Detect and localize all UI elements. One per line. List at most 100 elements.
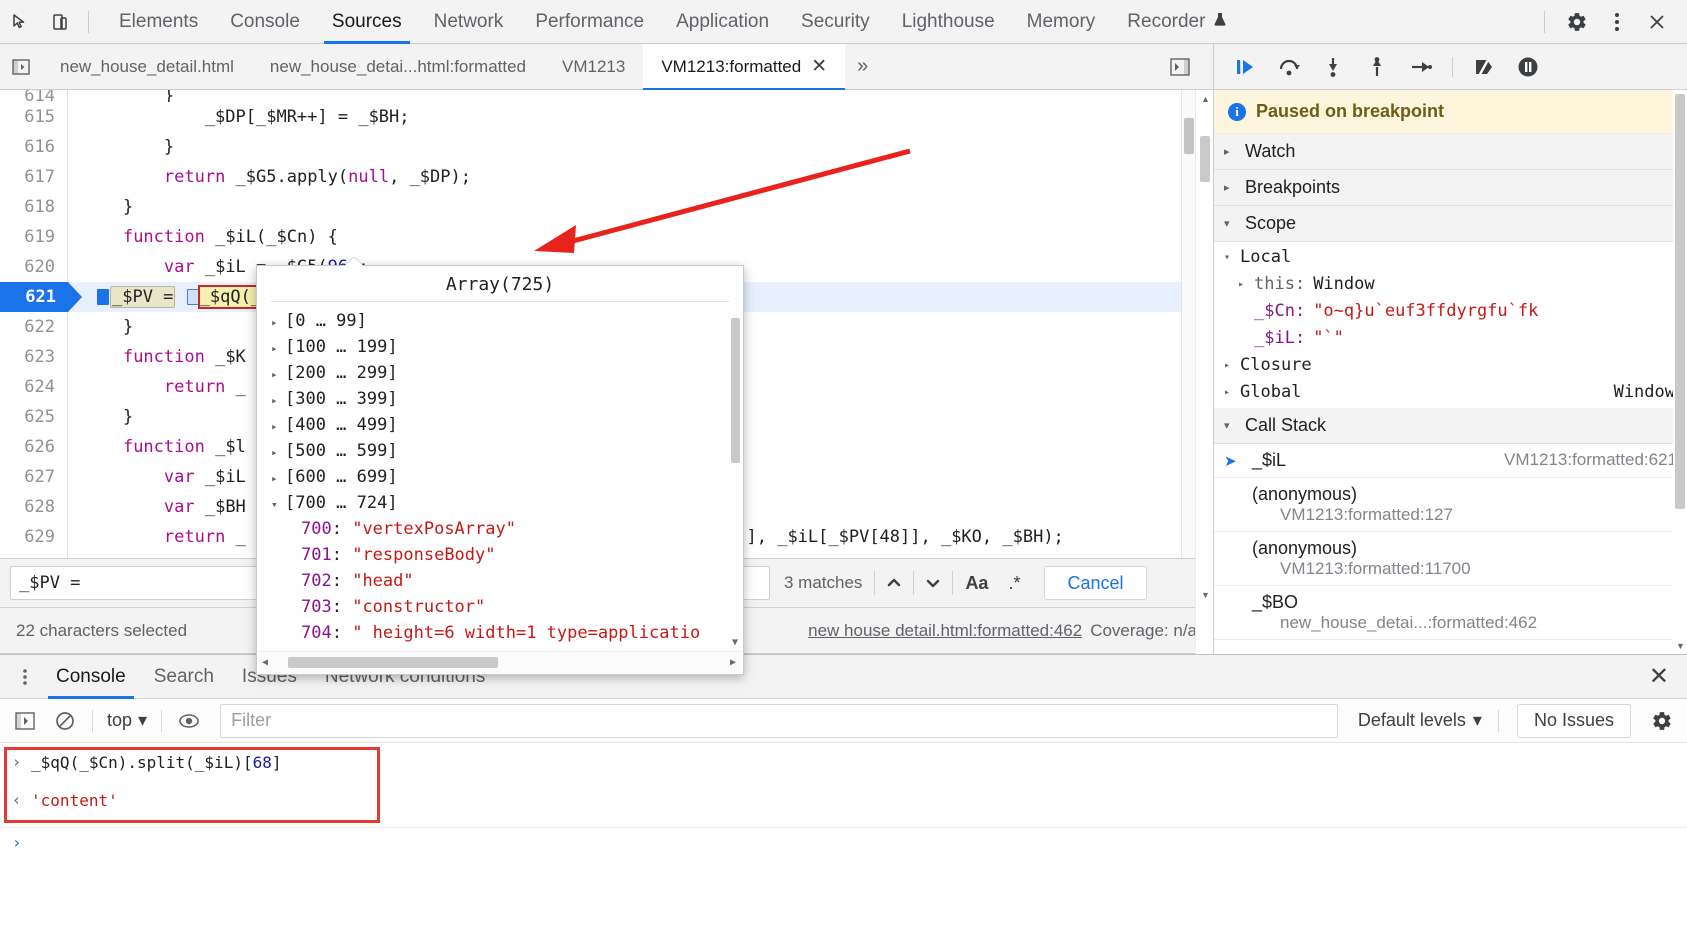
close-icon[interactable]: ✕	[811, 57, 827, 76]
chevron-down-icon[interactable]: ▾	[271, 492, 285, 518]
array-group-row-expanded[interactable]: ▾ [700 … 724]	[271, 490, 729, 516]
console-prompt[interactable]: ›	[0, 823, 1687, 861]
log-levels-selector[interactable]: Default levels ▾	[1352, 710, 1488, 731]
tab-memory[interactable]: Memory	[1011, 0, 1112, 44]
pane-call-stack[interactable]: ▾ Call Stack	[1214, 408, 1687, 444]
chevron-right-icon[interactable]: ▸	[1224, 352, 1240, 379]
tab-recorder[interactable]: Recorder	[1111, 0, 1243, 44]
search-prev-button[interactable]	[877, 567, 911, 599]
array-group-row[interactable]: ▸ [100 … 199]	[271, 334, 729, 360]
scrollbar-thumb[interactable]	[731, 318, 740, 463]
scope-row-this[interactable]: ▸ this: Window	[1214, 271, 1687, 298]
drawer-tab-console[interactable]: Console	[42, 655, 140, 699]
gear-icon[interactable]	[1645, 704, 1679, 738]
tab-security[interactable]: Security	[785, 0, 886, 44]
scrollbar-thumb[interactable]	[1675, 94, 1685, 509]
match-case-button[interactable]: Aa	[955, 573, 998, 594]
array-group-row[interactable]: ▸ [500 … 599]	[271, 438, 729, 464]
show-navigator-icon[interactable]	[0, 58, 42, 76]
call-stack-frame[interactable]: _$BO new_house_detai...:formatted:462	[1214, 586, 1687, 640]
sidebar-outer-scrollbar[interactable]: ▲ ▼	[1195, 90, 1213, 654]
chevron-right-icon[interactable]: ▸	[271, 336, 285, 362]
call-stack-frame[interactable]: (anonymous) VM1213:formatted:11700	[1214, 532, 1687, 586]
kebab-menu-icon[interactable]	[8, 667, 42, 687]
scroll-down-icon[interactable]: ▼	[1676, 641, 1685, 651]
tab-console[interactable]: Console	[214, 0, 316, 44]
scroll-left-icon[interactable]: ◀	[262, 657, 268, 668]
chevron-right-icon[interactable]: ▸	[271, 440, 285, 466]
file-tab-new-house-detail-formatted[interactable]: new_house_detai...html:formatted	[252, 44, 544, 90]
scope-row-il[interactable]: _$iL: "`"	[1214, 325, 1687, 352]
scrollbar-thumb[interactable]	[1200, 136, 1210, 182]
chevron-right-icon[interactable]: ▸	[271, 466, 285, 492]
gear-icon[interactable]	[1557, 2, 1597, 42]
tab-application[interactable]: Application	[660, 0, 785, 44]
kebab-menu-icon[interactable]	[1597, 2, 1637, 42]
chevron-right-icon[interactable]: ▸	[1238, 271, 1254, 298]
chevron-right-icon[interactable]: ▸	[1224, 379, 1240, 406]
scrollbar-thumb[interactable]	[1184, 118, 1194, 154]
popover-vertical-scrollbar[interactable]: ▼	[729, 308, 742, 650]
tab-sources[interactable]: Sources	[316, 0, 418, 44]
chevron-right-icon[interactable]: ▸	[271, 310, 285, 336]
device-toolbar-icon[interactable]	[40, 2, 80, 42]
file-tab-new-house-detail[interactable]: new_house_detail.html	[42, 44, 252, 90]
clear-console-icon[interactable]	[48, 704, 82, 738]
step-over-button[interactable]	[1272, 50, 1306, 84]
step-button[interactable]	[1404, 50, 1438, 84]
scope-row-closure[interactable]: ▸ Closure	[1214, 352, 1687, 379]
close-icon[interactable]: ✕	[1649, 662, 1687, 691]
cancel-button[interactable]: Cancel	[1044, 566, 1147, 600]
pane-watch[interactable]: ▸ Watch	[1214, 134, 1687, 170]
close-icon[interactable]	[1637, 2, 1677, 42]
scope-row-global[interactable]: ▸ Global Window	[1214, 379, 1687, 406]
source-location-link[interactable]: new house detail.html:formatted:462	[808, 621, 1082, 641]
pane-breakpoints[interactable]: ▸ Breakpoints	[1214, 170, 1687, 206]
tab-lighthouse[interactable]: Lighthouse	[886, 0, 1011, 44]
sidebar-vertical-scrollbar[interactable]: ▼	[1673, 90, 1687, 654]
editor-vertical-scrollbar[interactable]	[1181, 90, 1195, 558]
file-tab-vm1213[interactable]: VM1213	[544, 44, 643, 90]
regex-button[interactable]: .*	[998, 573, 1030, 594]
popover-horizontal-scrollbar[interactable]: ◀ ▶	[258, 651, 742, 673]
tab-performance[interactable]: Performance	[519, 0, 660, 44]
scope-root-local[interactable]: ▾ Local	[1214, 244, 1687, 271]
chevron-right-icon[interactable]: ▸	[271, 388, 285, 414]
call-stack-frame-active[interactable]: ➤ _$iL VM1213:formatted:621	[1214, 444, 1687, 478]
pane-scope[interactable]: ▾ Scope	[1214, 206, 1687, 242]
scroll-down-icon[interactable]: ▼	[732, 637, 738, 648]
execution-context-selector[interactable]: top ▾	[103, 710, 151, 731]
drawer-tab-search[interactable]: Search	[140, 655, 228, 699]
no-issues-button[interactable]: No Issues	[1516, 703, 1631, 738]
object-value-popover[interactable]: Array(725) ▸ [0 … 99] ▸ [100 … 199] ▸ [200 …	[256, 265, 744, 675]
tab-network[interactable]: Network	[418, 0, 520, 44]
pause-on-exceptions-icon[interactable]	[1511, 50, 1545, 84]
console-filter-input[interactable]: Filter	[220, 703, 1338, 738]
call-stack-frame[interactable]: (anonymous) VM1213:formatted:127	[1214, 478, 1687, 532]
scroll-up-icon[interactable]: ▲	[1201, 94, 1210, 104]
array-group-row[interactable]: ▸ [400 … 499]	[271, 412, 729, 438]
step-out-button[interactable]	[1360, 50, 1394, 84]
resume-script-execution-button[interactable]	[1228, 50, 1262, 84]
tab-elements[interactable]: Elements	[103, 0, 214, 44]
deactivate-breakpoints-icon[interactable]	[1467, 50, 1501, 84]
show-debugger-sidebar-icon[interactable]	[1159, 57, 1201, 77]
array-group-row[interactable]: ▸ [600 … 699]	[271, 464, 729, 490]
chevron-right-icon[interactable]: ▸	[271, 362, 285, 388]
step-into-button[interactable]	[1316, 50, 1350, 84]
array-group-row[interactable]: ▸ [300 … 399]	[271, 386, 729, 412]
scope-row-cn[interactable]: _$Cn: "o~q}u`euf3ffdyrgfu`fk	[1214, 298, 1687, 325]
more-tabs-button[interactable]: »	[845, 55, 880, 78]
array-group-row[interactable]: ▸ [200 … 299]	[271, 360, 729, 386]
file-tab-vm1213-formatted[interactable]: VM1213:formatted ✕	[643, 43, 846, 91]
search-next-button[interactable]	[916, 567, 950, 599]
chevron-down-icon[interactable]: ▾	[1224, 244, 1240, 271]
scrollbar-thumb[interactable]	[288, 657, 498, 668]
chevron-right-icon[interactable]: ▸	[271, 414, 285, 440]
live-expression-icon[interactable]	[172, 704, 206, 738]
scroll-down-icon[interactable]: ▼	[1201, 590, 1210, 600]
scroll-right-icon[interactable]: ▶	[730, 657, 736, 668]
show-console-sidebar-icon[interactable]	[8, 704, 42, 738]
array-group-row[interactable]: ▸ [0 … 99]	[271, 308, 729, 334]
inspect-element-icon[interactable]	[0, 2, 40, 42]
